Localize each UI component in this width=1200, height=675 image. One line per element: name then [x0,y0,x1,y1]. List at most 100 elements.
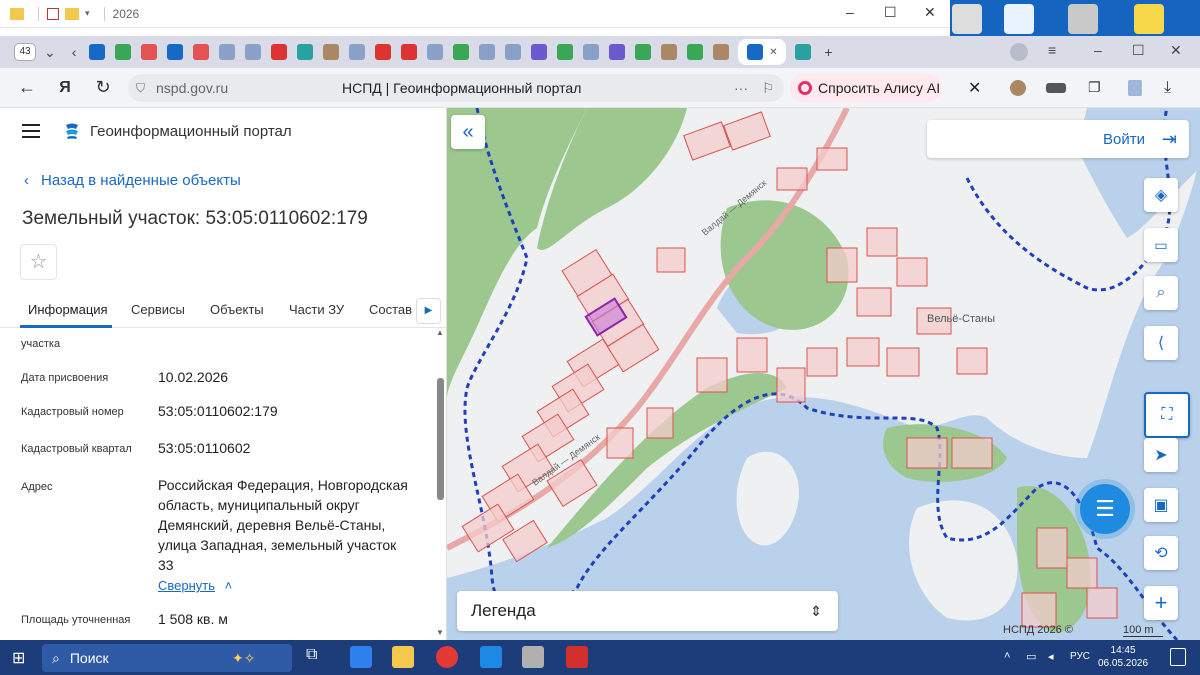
chevron-left-icon[interactable]: ‹ [72,44,77,60]
zoom-in-button[interactable]: + [1144,586,1178,620]
notifications-icon[interactable] [1170,648,1186,666]
collapse-link[interactable]: Свернуть ˄ [158,578,232,593]
tab-favicon[interactable] [505,44,522,60]
parcel[interactable] [646,407,674,439]
tab-favicon[interactable] [401,44,418,60]
tab-counter[interactable]: 43 [14,43,36,61]
chevron-right-icon[interactable]: ▶ [416,298,441,324]
tab-favicon[interactable] [687,44,704,60]
tab-favicon[interactable] [635,44,652,60]
parcel[interactable] [656,247,686,273]
tab-information[interactable]: Информация [28,302,108,317]
clock[interactable]: 14:45 06.05.2026 [1098,644,1148,670]
tab-favicon[interactable] [219,44,236,60]
hamburger-icon[interactable] [22,120,40,142]
plus-icon[interactable]: + [824,44,832,60]
store-icon[interactable] [350,646,372,668]
windows-start-icon[interactable]: ⊞ [12,648,25,668]
desktop-file-icon[interactable] [952,4,982,34]
tab-favicon[interactable] [453,44,470,60]
shield-icon[interactable]: ⛉ [136,81,145,96]
scrollbar-thumb[interactable] [437,378,444,500]
checkbox-icon[interactable] [47,7,59,20]
desktop-player-icon[interactable] [1134,4,1164,34]
tab-favicon[interactable] [609,44,626,60]
maximize-icon[interactable]: ☐ [1132,42,1145,59]
parcel[interactable] [1036,527,1068,569]
tab-favicon[interactable] [141,44,158,60]
parcel[interactable] [1086,587,1118,619]
parcel[interactable] [896,257,928,287]
parcel[interactable] [806,347,838,377]
extension-icon[interactable] [1046,82,1066,93]
parcel[interactable] [826,247,858,283]
collections-icon[interactable]: ❐ [1088,79,1101,96]
network-icon[interactable]: ▭ [1026,650,1036,663]
legend-toggle[interactable]: Легенда ⇕ [457,591,838,631]
tab-favicon[interactable] [661,44,678,60]
search-area-icon[interactable]: ⌕ [1144,276,1178,310]
maximize-icon[interactable]: ☐ [884,4,897,21]
parcel[interactable] [1021,592,1057,628]
extension-icon[interactable]: ✕ [968,78,981,98]
tab-favicon[interactable] [375,44,392,60]
tab-favicon[interactable] [795,44,812,60]
tab-objects[interactable]: Объекты [210,302,264,317]
close-icon[interactable]: ✕ [769,47,777,58]
parcel[interactable] [846,337,880,367]
parcel[interactable] [951,437,993,469]
scrollbar[interactable]: ▲ ▼ [436,328,446,640]
ruler-icon[interactable]: ▭ [1144,228,1178,262]
dropdown-icon[interactable]: ▾ [85,8,90,19]
avatar[interactable] [1010,43,1028,61]
login-button[interactable]: Войти ⇥ [927,120,1189,158]
explorer-icon[interactable] [392,646,414,668]
tab-composition[interactable]: Состав [369,302,412,317]
parcel[interactable] [736,337,768,373]
parcel[interactable] [1066,557,1098,589]
chat-button[interactable]: ☰ [1080,484,1130,534]
print-icon[interactable]: ▣ [1144,488,1178,522]
outlook-icon[interactable] [480,646,502,668]
parcel[interactable] [956,347,988,375]
tab-favicon[interactable] [427,44,444,60]
close-icon[interactable]: ✕ [924,4,936,21]
extension-icon[interactable] [1128,79,1142,96]
tray-chevron-icon[interactable]: ˄ [1004,650,1010,662]
desktop-app-icon[interactable] [1004,4,1034,34]
desktop-avatar-icon[interactable] [1068,4,1098,34]
parcel[interactable] [696,357,728,393]
parcel[interactable] [886,347,920,377]
layers-icon[interactable]: ◈ [1144,178,1178,212]
tab-favicon[interactable] [479,44,496,60]
pdf-reader-icon[interactable] [566,646,588,668]
tab-favicon[interactable] [531,44,548,60]
star-icon[interactable]: ☆ [20,244,57,280]
info-map-button[interactable]: ⛶ [1144,392,1190,438]
download-icon[interactable]: ⤓ [1164,79,1171,97]
tab-services[interactable]: Сервисы [131,302,185,317]
app-avatar-icon[interactable] [522,646,544,668]
close-icon[interactable]: ✕ [1170,42,1182,59]
reload-icon[interactable]: ↻ [84,77,122,98]
tab-favicon[interactable] [193,44,210,60]
parcel[interactable] [906,437,948,469]
bookmark-icon[interactable]: ⚐ [762,80,775,97]
parcel[interactable] [776,367,806,403]
scroll-down-icon[interactable]: ▼ [436,628,444,637]
tab-favicon[interactable] [297,44,314,60]
language-indicator[interactable]: РУС [1070,651,1090,662]
alice-button[interactable]: Спросить Алису AI [790,74,942,102]
tab-favicon[interactable] [271,44,288,60]
tab-active[interactable]: ✕ [738,39,787,65]
menu-icon[interactable]: ≡ [1048,42,1056,58]
back-to-results-link[interactable]: ‹ Назад в найденные объекты [24,172,241,189]
map-view[interactable]: Вельё-Станы Валдай — Демянск Валдай — Де… [447,108,1200,640]
tab-favicon[interactable] [167,44,184,60]
tab-favicon[interactable] [245,44,262,60]
minimize-icon[interactable]: – [846,4,854,20]
chevron-down-icon[interactable]: ⌄ [44,44,56,61]
extension-icon[interactable] [1010,79,1026,96]
scroll-up-icon[interactable]: ▲ [436,328,444,337]
parcel[interactable] [606,427,634,459]
